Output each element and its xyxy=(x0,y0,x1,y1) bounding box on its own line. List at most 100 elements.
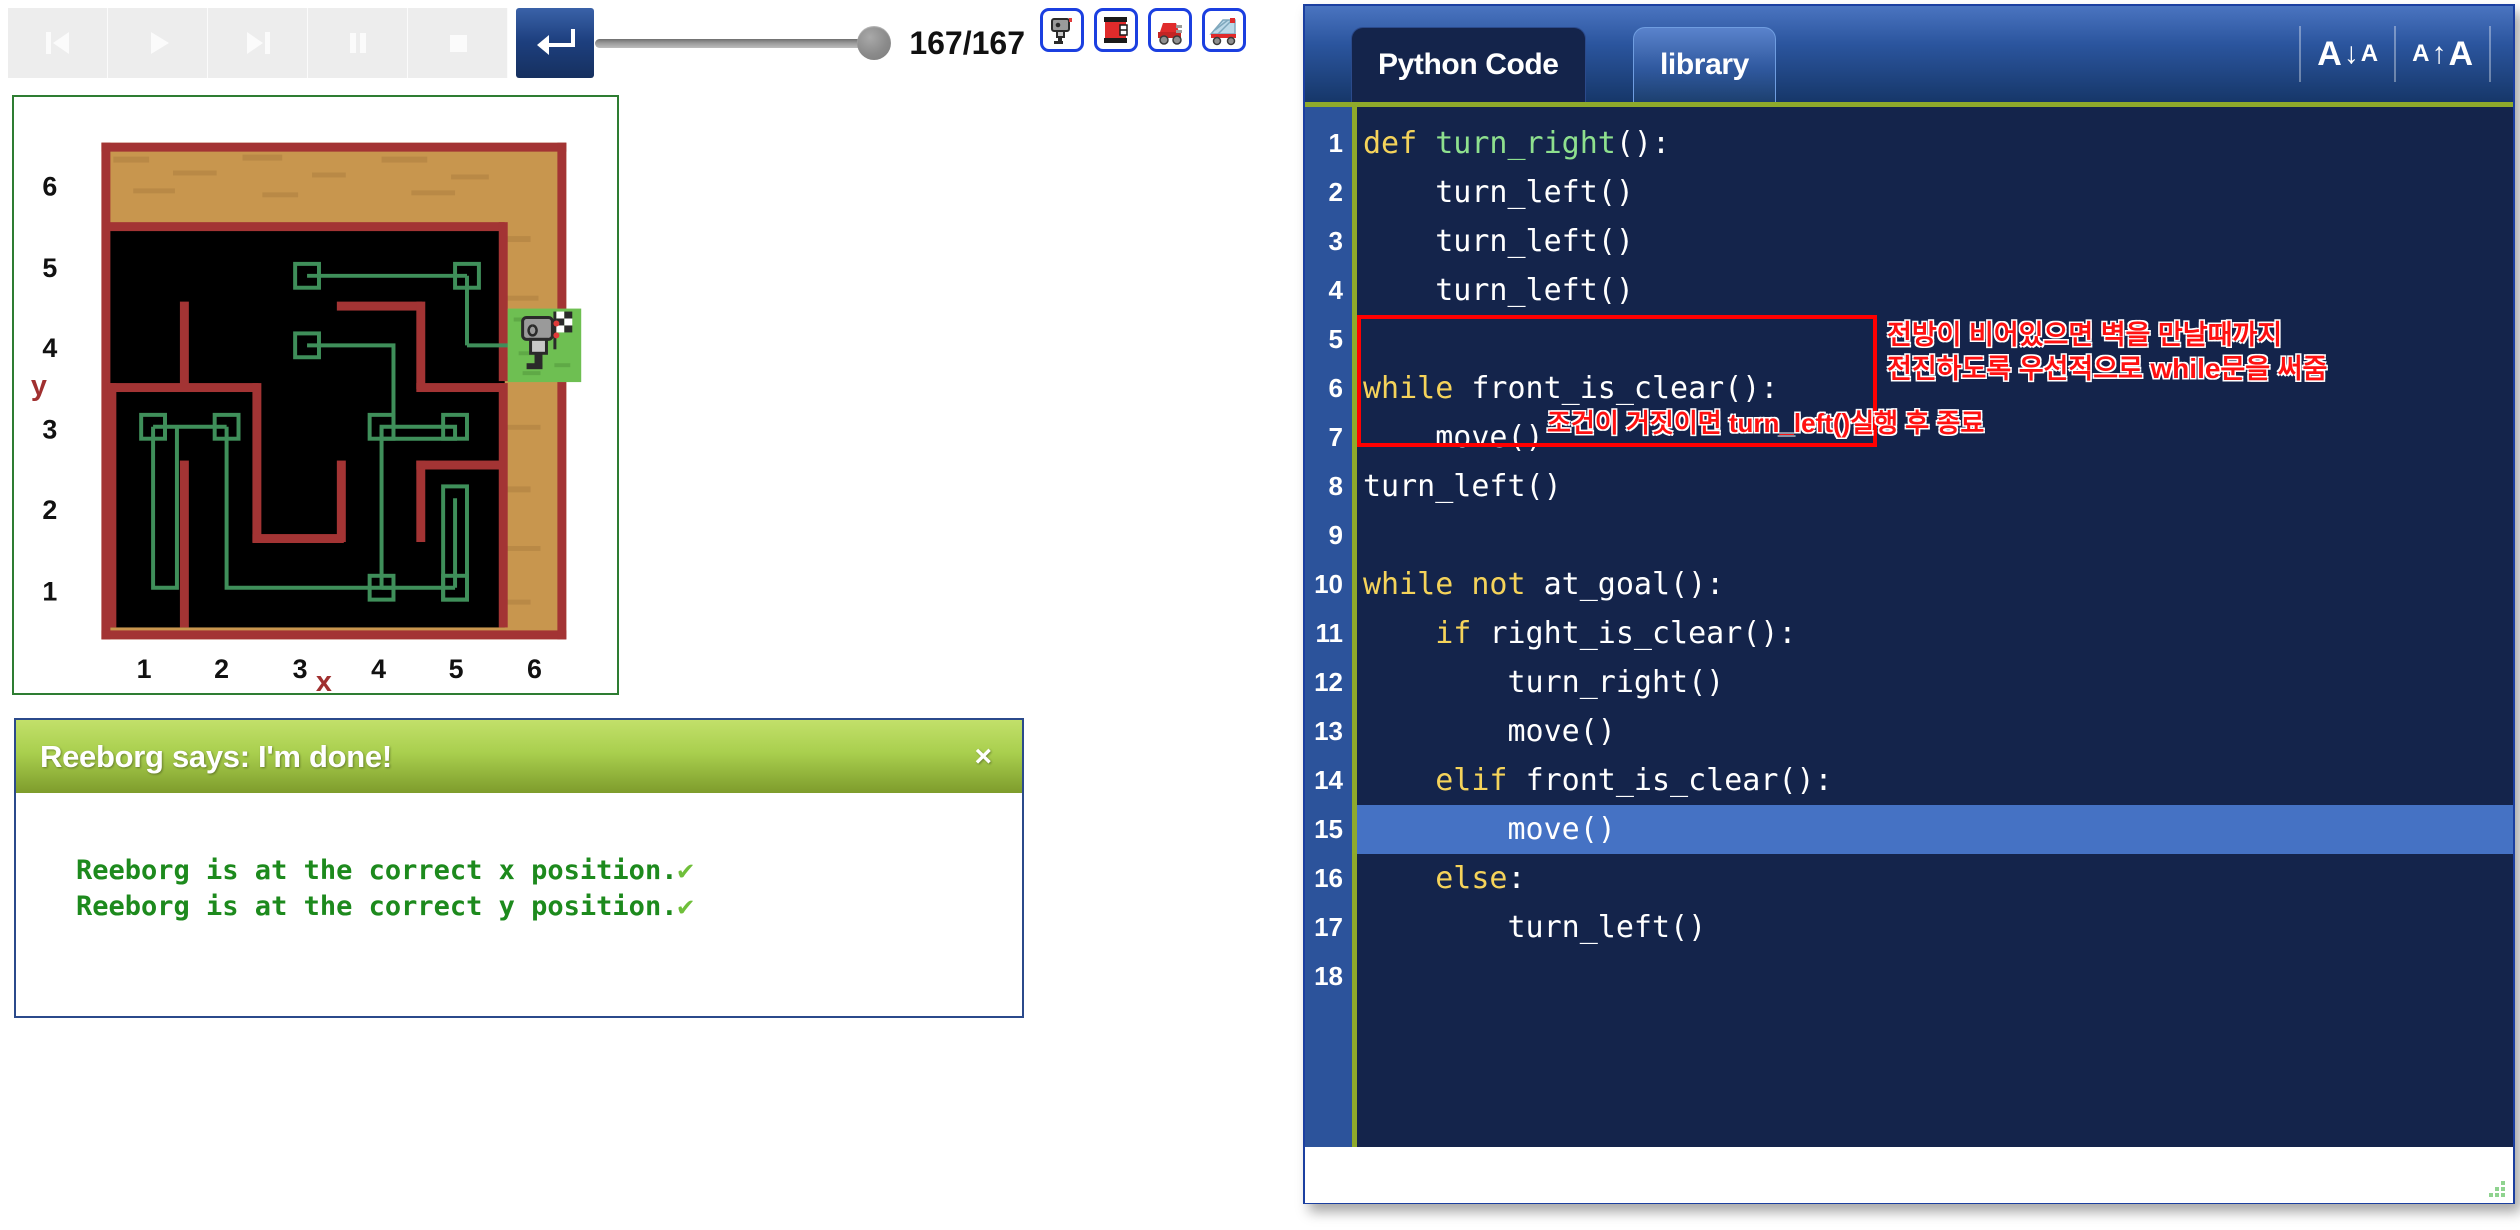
code-line[interactable] xyxy=(1357,952,2513,1001)
code-token: move() xyxy=(1363,812,1616,847)
y-axis-label: y xyxy=(31,370,47,402)
return-arrow-icon xyxy=(537,29,575,55)
code-token: turn_left() xyxy=(1363,469,1562,504)
line-number: 3 xyxy=(1328,226,1343,256)
code-line[interactable]: turn_left() xyxy=(1357,217,2513,266)
step-slider-thumb[interactable] xyxy=(857,26,892,60)
line-number: 5 xyxy=(1328,324,1343,354)
code-line[interactable]: if right_is_clear(): xyxy=(1357,609,2513,658)
tab-label: library xyxy=(1660,48,1749,81)
y-tick-2: 2 xyxy=(42,495,57,525)
code-token: turn_right() xyxy=(1363,665,1725,700)
code-line[interactable]: turn_left() xyxy=(1357,266,2513,315)
code-token: move() xyxy=(1363,714,1616,749)
line-number: 1 xyxy=(1328,128,1343,158)
blue-sleigh-robot-icon-button[interactable] xyxy=(1202,8,1246,52)
code-line[interactable]: else: xyxy=(1357,854,2513,903)
world-canvas-panel[interactable]: 6 5 4 3 2 1 1 2 3 4 5 6 y x xyxy=(12,95,619,695)
code-line[interactable]: turn_left() xyxy=(1357,168,2513,217)
code-line[interactable] xyxy=(1357,511,2513,560)
stop-icon xyxy=(449,35,467,52)
red-square-robot-icon xyxy=(1104,17,1128,43)
line-number-gutter: 1 2 3 4 5 6 7 8 9 10 11 12 13 14 15 16 17 18 xyxy=(1305,107,1357,1147)
line-number: 8 xyxy=(1328,471,1343,501)
annotation-line-1: 전방이 비어있으면 벽을 만날때까지 xyxy=(1887,320,2283,350)
code-token: move() xyxy=(1363,420,1544,455)
robot-style-picker xyxy=(1040,8,1246,52)
code-text[interactable]: 전방이 비어있으면 벽을 만날때까지 전진하도록 우선적으로 while문을 써… xyxy=(1357,107,2513,1147)
x-tick-6: 6 xyxy=(527,654,542,684)
line-number: 18 xyxy=(1314,961,1343,991)
font-increase-button[interactable]: A ↑ A xyxy=(2394,26,2491,82)
x-tick-3: 3 xyxy=(293,654,308,684)
classic-robot-icon-button[interactable] xyxy=(1040,8,1084,52)
code-token: def xyxy=(1363,126,1436,161)
code-token: : xyxy=(1507,861,1526,896)
code-line[interactable]: def turn_right(): xyxy=(1357,119,2513,168)
resize-grip-icon[interactable] xyxy=(2481,1173,2507,1199)
dialog-line-text: Reeborg is at the correct x position. xyxy=(76,855,678,886)
reeborg-world-canvas[interactable]: 6 5 4 3 2 1 1 2 3 4 5 6 y x xyxy=(14,97,617,693)
code-token: front_is_clear(): xyxy=(1471,371,1779,406)
tab-label: Python Code xyxy=(1378,48,1559,81)
goto-beginning-button[interactable] xyxy=(8,8,108,78)
red-square-robot-icon-button[interactable] xyxy=(1094,8,1138,52)
reload-button[interactable] xyxy=(516,8,594,78)
font-decrease-small-a: A xyxy=(2360,40,2379,67)
code-token: if xyxy=(1435,616,1490,651)
line-number: 14 xyxy=(1314,765,1343,795)
code-editor-window: Python Code library A ↓ A A ↑ A 12345678… xyxy=(1303,4,2515,1204)
blue-sleigh-robot-icon xyxy=(1209,18,1236,46)
code-line[interactable]: move() xyxy=(1357,805,2513,854)
code-token: right_is_clear(): xyxy=(1489,616,1797,651)
code-editor-area[interactable]: 1 2 3 4 5 6 7 8 9 10 11 12 13 14 15 16 17 18 전방이 비어있으면 벽을… xyxy=(1305,107,2513,1147)
annotation-inline-a: 조건이 거짓이면 xyxy=(1547,408,1729,438)
tab-python-code[interactable]: Python Code xyxy=(1351,27,1586,102)
reeborg-message-dialog: Reeborg says: I'm done! × Reeborg is at … xyxy=(14,718,1024,1018)
code-line[interactable]: elif front_is_clear(): xyxy=(1357,756,2513,805)
code-token: turn_left() xyxy=(1363,224,1634,259)
annotation-text-top: 전방이 비어있으면 벽을 만날때까지 전진하도록 우선적으로 while문을 써… xyxy=(1887,319,2327,386)
annotation-line-2: 전진하도록 우선적으로 while문을 써줌 xyxy=(1887,352,2327,386)
annotation-inline-code: turn_left() xyxy=(1728,408,1851,438)
font-increase-big-a: A xyxy=(2448,34,2473,73)
step-slider[interactable] xyxy=(595,26,892,60)
dialog-title-text: Reeborg says: I'm done! xyxy=(40,738,392,774)
code-line[interactable]: move() xyxy=(1357,707,2513,756)
line-number: 2 xyxy=(1328,177,1343,207)
font-size-tools: A ↓ A A ↑ A xyxy=(2299,26,2491,82)
y-tick-4: 4 xyxy=(42,333,57,363)
font-decrease-button[interactable]: A ↓ A xyxy=(2299,26,2394,82)
font-decrease-big-a: A xyxy=(2317,34,2342,73)
tab-library[interactable]: library xyxy=(1633,27,1776,102)
dialog-line-text: Reeborg is at the correct y position. xyxy=(76,890,678,922)
run-button[interactable] xyxy=(108,8,208,78)
code-line[interactable]: turn_right() xyxy=(1357,658,2513,707)
dialog-body: Reeborg is at the correct x position.✔ R… xyxy=(16,793,1022,925)
line-number: 16 xyxy=(1314,863,1343,893)
red-car-robot-icon-button[interactable] xyxy=(1148,8,1192,52)
simulation-panel: 167/167 6 5 4 3 2 1 1 2 3 4 5 6 y x Reeb… xyxy=(0,0,1300,1230)
stop-button[interactable] xyxy=(408,8,508,78)
code-line[interactable]: turn_left() xyxy=(1357,903,2513,952)
skip-forward-icon xyxy=(246,32,270,54)
dialog-titlebar: Reeborg says: I'm done! × xyxy=(16,720,1022,793)
check-icon: ✔ xyxy=(677,855,694,886)
annotation-line-2c: 문을 써줌 xyxy=(2220,353,2328,384)
code-line[interactable]: turn_left() xyxy=(1357,462,2513,511)
code-line[interactable]: while not at_goal(): xyxy=(1357,560,2513,609)
step-button[interactable] xyxy=(208,8,308,78)
x-tick-2: 2 xyxy=(214,654,229,684)
code-token: turn_left() xyxy=(1363,910,1707,945)
line-number: 12 xyxy=(1314,667,1343,697)
x-tick-5: 5 xyxy=(449,654,464,684)
dialog-line: Reeborg is at the correct y position.✔ xyxy=(76,889,1022,925)
skip-back-icon xyxy=(45,32,69,54)
line-number: 11 xyxy=(1315,618,1344,648)
pause-button[interactable] xyxy=(308,8,408,78)
y-tick-6: 6 xyxy=(42,171,57,201)
close-icon[interactable]: × xyxy=(968,740,998,774)
line-number: 13 xyxy=(1314,716,1343,746)
code-token: at_goal(): xyxy=(1543,567,1725,602)
